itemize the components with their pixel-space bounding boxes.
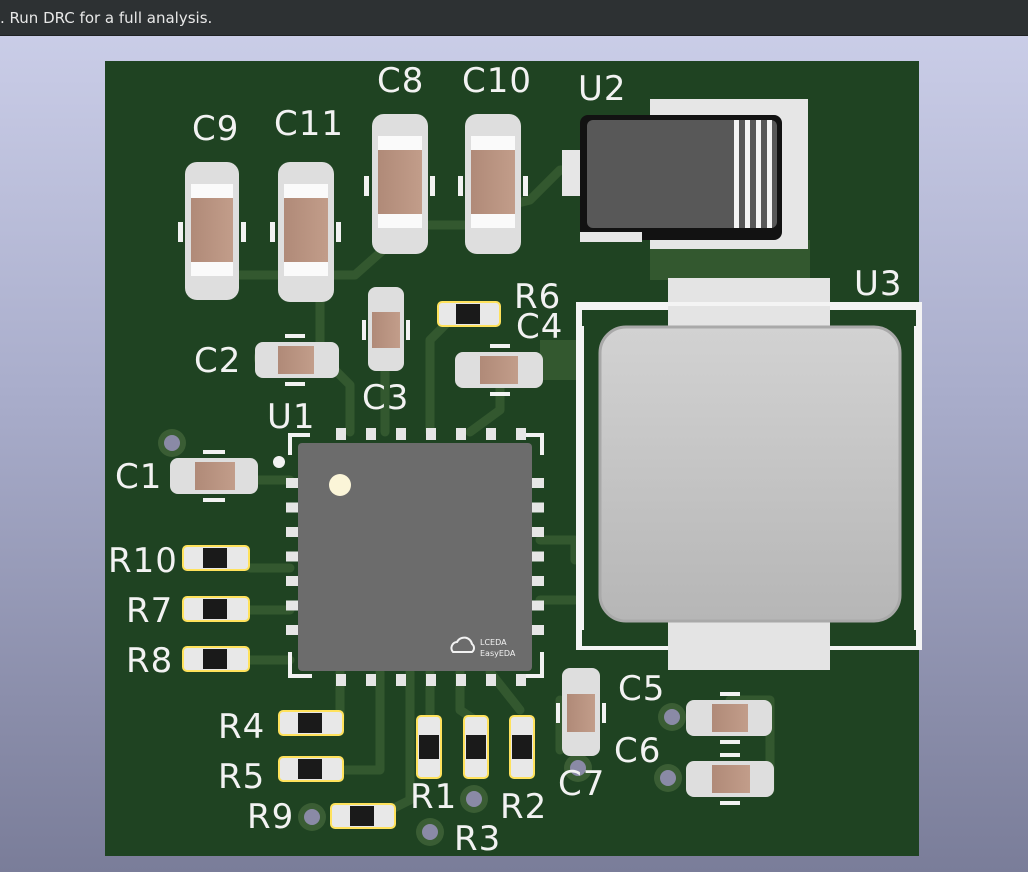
ref-c11: C11 [274, 104, 344, 144]
resistor-r10 [182, 545, 250, 571]
ref-c7: C7 [558, 764, 605, 804]
ic-pin [336, 428, 346, 440]
ic-u1[interactable]: LCEDA EasyEDA [286, 428, 544, 686]
ref-r4: R4 [218, 707, 265, 747]
ic-pin [396, 428, 406, 440]
ref-u1: U1 [267, 397, 316, 437]
ic-pin [486, 428, 496, 440]
ic-pin [286, 527, 298, 537]
status-message: . Run DRC for a full analysis. [0, 9, 213, 27]
ic-pin [456, 428, 466, 440]
ic-pin [486, 674, 496, 686]
ic-pin [286, 478, 298, 488]
ref-c8: C8 [377, 61, 424, 101]
ic-pin [456, 674, 466, 686]
ref-c9: C9 [192, 109, 239, 149]
ic-pin [516, 428, 526, 440]
ref-r2: R2 [500, 787, 547, 827]
resistor-r9 [330, 803, 396, 829]
ref-c6: C6 [614, 731, 661, 771]
ref-c5: C5 [618, 669, 665, 709]
capacitor-c7[interactable] [556, 668, 606, 756]
ref-c3: C3 [362, 378, 409, 418]
ref-r8: R8 [126, 641, 173, 681]
ic-pin [336, 674, 346, 686]
capacitor-c9[interactable] [178, 162, 246, 300]
ref-c4: C4 [516, 307, 563, 347]
ref-c1: C1 [115, 457, 162, 497]
ic-pin [286, 625, 298, 635]
capacitor-c8[interactable] [364, 114, 435, 254]
ref-r1: R1 [410, 777, 457, 817]
logo-line2: EasyEDA [480, 649, 516, 658]
ref-c2: C2 [194, 341, 241, 381]
resistor-r7 [182, 596, 250, 622]
ic-pin [532, 576, 544, 586]
resistor-r8 [182, 646, 250, 672]
ic-pin [532, 527, 544, 537]
resistor-r1 [416, 715, 442, 779]
ic-pin [532, 502, 544, 513]
ic-pin [366, 428, 376, 440]
ic-pin [286, 551, 298, 562]
capacitor-c11[interactable] [270, 162, 341, 302]
ic-pin [532, 625, 544, 635]
ref-c10: C10 [462, 61, 532, 101]
status-bar: . Run DRC for a full analysis. [0, 0, 1028, 36]
resistor-r4 [278, 710, 344, 736]
capacitor-c10[interactable] [458, 114, 528, 254]
ic-pin [426, 428, 436, 440]
diode-u2[interactable] [562, 99, 808, 249]
ref-r9: R9 [247, 797, 294, 837]
ref-r3: R3 [454, 819, 501, 859]
ic-pin [366, 674, 376, 686]
ic-pin [286, 576, 298, 586]
resistor-r6 [437, 301, 501, 327]
resistor-r3 [509, 715, 535, 779]
ic-pin [286, 600, 298, 611]
inductor-u3[interactable] [576, 278, 922, 670]
ic-pin [516, 674, 526, 686]
capacitor-c3[interactable] [362, 287, 410, 371]
resistor-r2 [463, 715, 489, 779]
pcb-3d-viewport[interactable]: LCEDA EasyEDA C9 C11 C8 C10 U2 U3 R6 C4 … [0, 37, 1028, 872]
resistor-r5 [278, 756, 344, 782]
ref-u2: U2 [578, 69, 627, 109]
ic-pin [396, 674, 406, 686]
ref-r7: R7 [126, 591, 173, 631]
ref-r10: R10 [108, 541, 178, 581]
ic-pin [426, 674, 436, 686]
logo-line1: LCEDA [480, 638, 507, 647]
ic-pin [532, 478, 544, 488]
ref-u3: U3 [854, 264, 903, 304]
ref-r5: R5 [218, 757, 265, 797]
pcb-render[interactable]: LCEDA EasyEDA C9 C11 C8 C10 U2 U3 R6 C4 … [0, 37, 1028, 872]
ic-pin [286, 502, 298, 513]
ic-pin [532, 551, 544, 562]
ic-pin [532, 600, 544, 611]
